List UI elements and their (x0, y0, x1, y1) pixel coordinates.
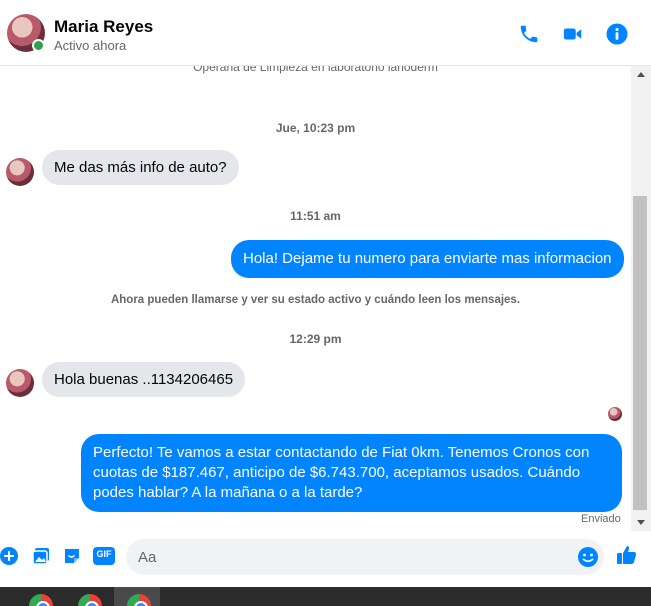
attach-image-button[interactable] (30, 545, 52, 567)
scrollbar[interactable] (631, 66, 651, 531)
outgoing-message[interactable]: Hola! Dejame tu numero para enviarte mas… (231, 240, 624, 278)
chrome-icon[interactable] (29, 594, 53, 606)
os-taskbar (0, 587, 651, 606)
online-indicator (32, 39, 45, 52)
chat-header: Maria Reyes Activo ahora (0, 0, 651, 66)
caret-up-icon (637, 72, 645, 77)
emoji-icon (578, 547, 598, 567)
sender-avatar[interactable] (6, 158, 34, 186)
timestamp: 11:51 am (290, 209, 341, 223)
contact-name[interactable]: Maria Reyes (54, 17, 153, 37)
system-notice: Ahora pueden llamarse y ver su estado ac… (110, 294, 521, 306)
video-icon (563, 28, 582, 40)
message-input-container[interactable] (126, 539, 604, 575)
sender-avatar[interactable] (6, 369, 34, 397)
scroll-down-arrow[interactable] (631, 515, 651, 531)
scrollbar-thumb[interactable] (633, 196, 647, 510)
plus-icon (0, 547, 18, 565)
caret-down-icon (637, 520, 645, 525)
timestamp: 12:29 pm (289, 332, 342, 346)
sticker-button[interactable] (61, 545, 83, 567)
image-icon (32, 548, 49, 565)
message-input[interactable] (138, 539, 568, 575)
gif-label: GIF (96, 549, 112, 559)
emoji-button[interactable] (577, 546, 599, 568)
like-button[interactable] (615, 543, 639, 567)
info-button[interactable] (605, 22, 629, 46)
sticker-icon (65, 549, 79, 563)
timestamp: Jue, 10:23 pm (275, 121, 356, 135)
scroll-up-arrow[interactable] (631, 66, 651, 82)
chrome-icon[interactable] (78, 594, 102, 606)
more-actions-button[interactable] (0, 545, 20, 567)
contact-bio-text: Operaria de Limpieza en laboratorio lano… (193, 66, 438, 74)
sent-status: Enviado (581, 513, 621, 525)
incoming-message[interactable]: Hola buenas ..1134206465 (42, 362, 246, 397)
gif-button[interactable]: GIF (92, 545, 116, 567)
call-button[interactable] (517, 22, 541, 46)
seen-avatar (608, 407, 622, 421)
contact-status: Activo ahora (54, 38, 127, 53)
like-icon (617, 546, 637, 564)
composer-bar: GIF (0, 531, 651, 583)
message-list[interactable]: Operaria de Limpieza en laboratorio lano… (0, 66, 631, 531)
video-call-button[interactable] (561, 22, 585, 46)
outgoing-message[interactable]: Perfecto! Te vamos a estar contactando d… (81, 434, 622, 512)
info-icon (606, 23, 628, 45)
incoming-message[interactable]: Me das más info de auto? (42, 150, 239, 185)
phone-icon (520, 25, 538, 43)
